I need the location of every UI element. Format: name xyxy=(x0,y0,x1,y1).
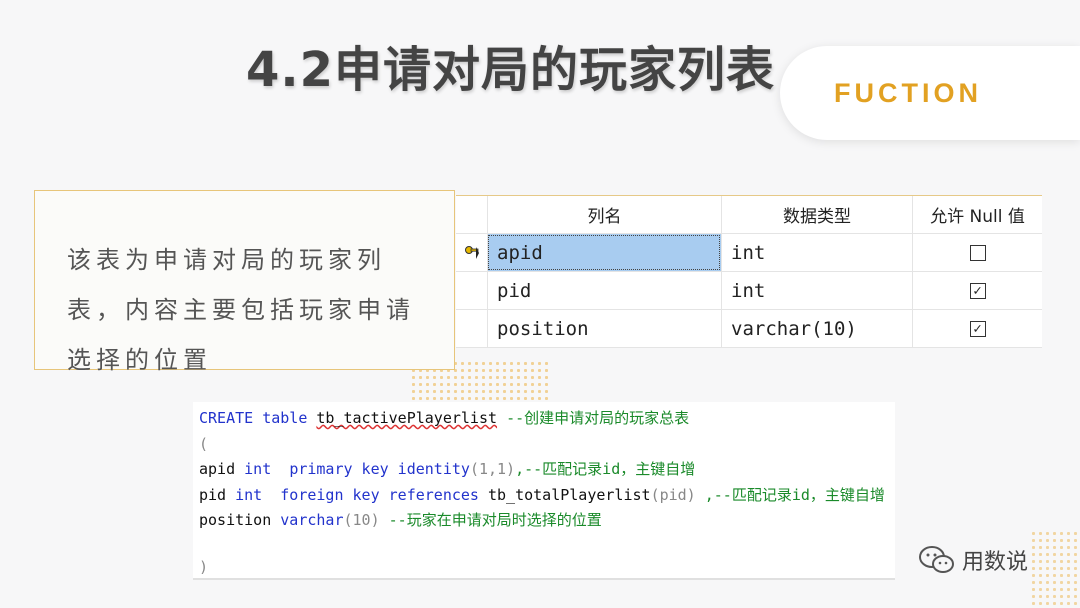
description-text: 该表为申请对局的玩家列表，内容主要包括玩家申请选择的位置 xyxy=(67,246,415,374)
allow-null-checkbox[interactable] xyxy=(969,244,986,261)
cell-column-name[interactable]: position xyxy=(487,310,721,347)
code-line-apid: apid int primary key identity(1,1),--匹配记… xyxy=(199,460,696,478)
code-lines: CREATE table tb_tactivePlayerlist --创建申请… xyxy=(199,406,885,534)
row-selector-header xyxy=(456,196,487,233)
cell-data-type[interactable]: varchar(10) xyxy=(721,310,912,347)
row-selector[interactable] xyxy=(456,234,487,271)
cell-allow-null[interactable]: ✓ xyxy=(912,272,1042,309)
row-selector[interactable] xyxy=(456,272,487,309)
cell-allow-null[interactable]: ✓ xyxy=(912,310,1042,347)
cell-data-type[interactable]: int xyxy=(721,272,912,309)
primary-key-icon xyxy=(464,245,479,259)
code-line-position: position varchar(10) --玩家在申请对局时选择的位置 xyxy=(199,511,602,529)
section-tag-label: FUCTION xyxy=(834,78,982,108)
sql-code-editor[interactable]: CREATE table tb_tactivePlayerlist --创建申请… xyxy=(193,402,895,580)
row-selector[interactable] xyxy=(456,310,487,347)
code-line-create: CREATE table tb_tactivePlayerlist --创建申请… xyxy=(199,409,690,427)
section-tag: FUCTION xyxy=(780,46,1080,140)
code-line-pid: pid int foreign key references tb_totalP… xyxy=(199,485,885,504)
code-line-close: ) xyxy=(199,558,209,576)
cell-allow-null[interactable] xyxy=(912,234,1042,271)
grid-header-row: 列名 数据类型 允许 Null 值 xyxy=(456,196,1042,234)
header-allow-null[interactable]: 允许 Null 值 xyxy=(912,196,1042,233)
cell-data-type[interactable]: int xyxy=(721,234,912,271)
code-line-open: ( xyxy=(199,434,209,453)
decorative-dots-corner xyxy=(1030,530,1080,608)
header-data-type[interactable]: 数据类型 xyxy=(721,196,912,233)
table-row[interactable]: pid int ✓ xyxy=(456,272,1042,310)
brand-watermark: 用数说 xyxy=(918,544,1028,576)
cell-column-name[interactable]: apid xyxy=(487,234,721,271)
wechat-icon xyxy=(919,546,954,573)
allow-null-checkbox[interactable]: ✓ xyxy=(969,320,986,337)
description-box: 该表为申请对局的玩家列表，内容主要包括玩家申请选择的位置 xyxy=(34,190,455,374)
column-design-grid: 列名 数据类型 允许 Null 值 apid int pid int ✓ pos… xyxy=(456,195,1042,348)
slide-title: 4.2申请对局的玩家列表 xyxy=(246,42,776,98)
editor-bottom-border xyxy=(193,578,895,580)
table-row[interactable]: apid int xyxy=(456,234,1042,272)
allow-null-checkbox[interactable]: ✓ xyxy=(969,282,986,299)
brand-text: 用数说 xyxy=(962,550,1029,575)
header-column-name[interactable]: 列名 xyxy=(487,196,721,233)
table-row[interactable]: position varchar(10) ✓ xyxy=(456,310,1042,348)
cell-column-name[interactable]: pid xyxy=(487,272,721,309)
